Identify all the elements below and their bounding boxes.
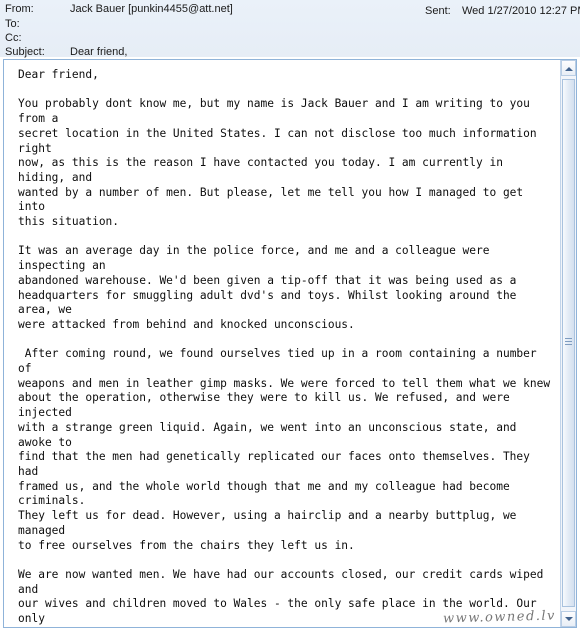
to-label: To:	[5, 18, 20, 30]
header-row-subject: Subject: Dear friend,	[0, 45, 580, 59]
message-body-text[interactable]: Dear friend, You probably dont know me, …	[4, 60, 560, 627]
scroll-down-button[interactable]	[561, 611, 576, 627]
subject-label: Subject:	[5, 46, 45, 58]
grip-icon	[565, 338, 572, 348]
subject-value: Dear friend,	[70, 46, 128, 58]
from-label: From:	[5, 3, 34, 15]
vertical-scrollbar[interactable]	[560, 60, 576, 627]
header-row-from: From: Jack Bauer [punkin4455@att.net] Se…	[0, 2, 580, 17]
header-row-to: To:	[0, 17, 580, 31]
sent-label: Sent:	[425, 5, 451, 17]
header-row-cc: Cc:	[0, 31, 580, 45]
scroll-up-button[interactable]	[561, 60, 576, 76]
cc-label: Cc:	[5, 32, 22, 44]
message-body-pane: Dear friend, You probably dont know me, …	[3, 59, 577, 628]
triangle-down-icon	[565, 617, 573, 621]
sent-value: Wed 1/27/2010 12:27 PM	[462, 5, 580, 17]
from-value[interactable]: Jack Bauer [punkin4455@att.net]	[70, 2, 233, 16]
scrollbar-thumb[interactable]	[562, 79, 575, 607]
triangle-up-icon	[565, 67, 573, 71]
email-header: From: Jack Bauer [punkin4455@att.net] Se…	[0, 0, 580, 59]
